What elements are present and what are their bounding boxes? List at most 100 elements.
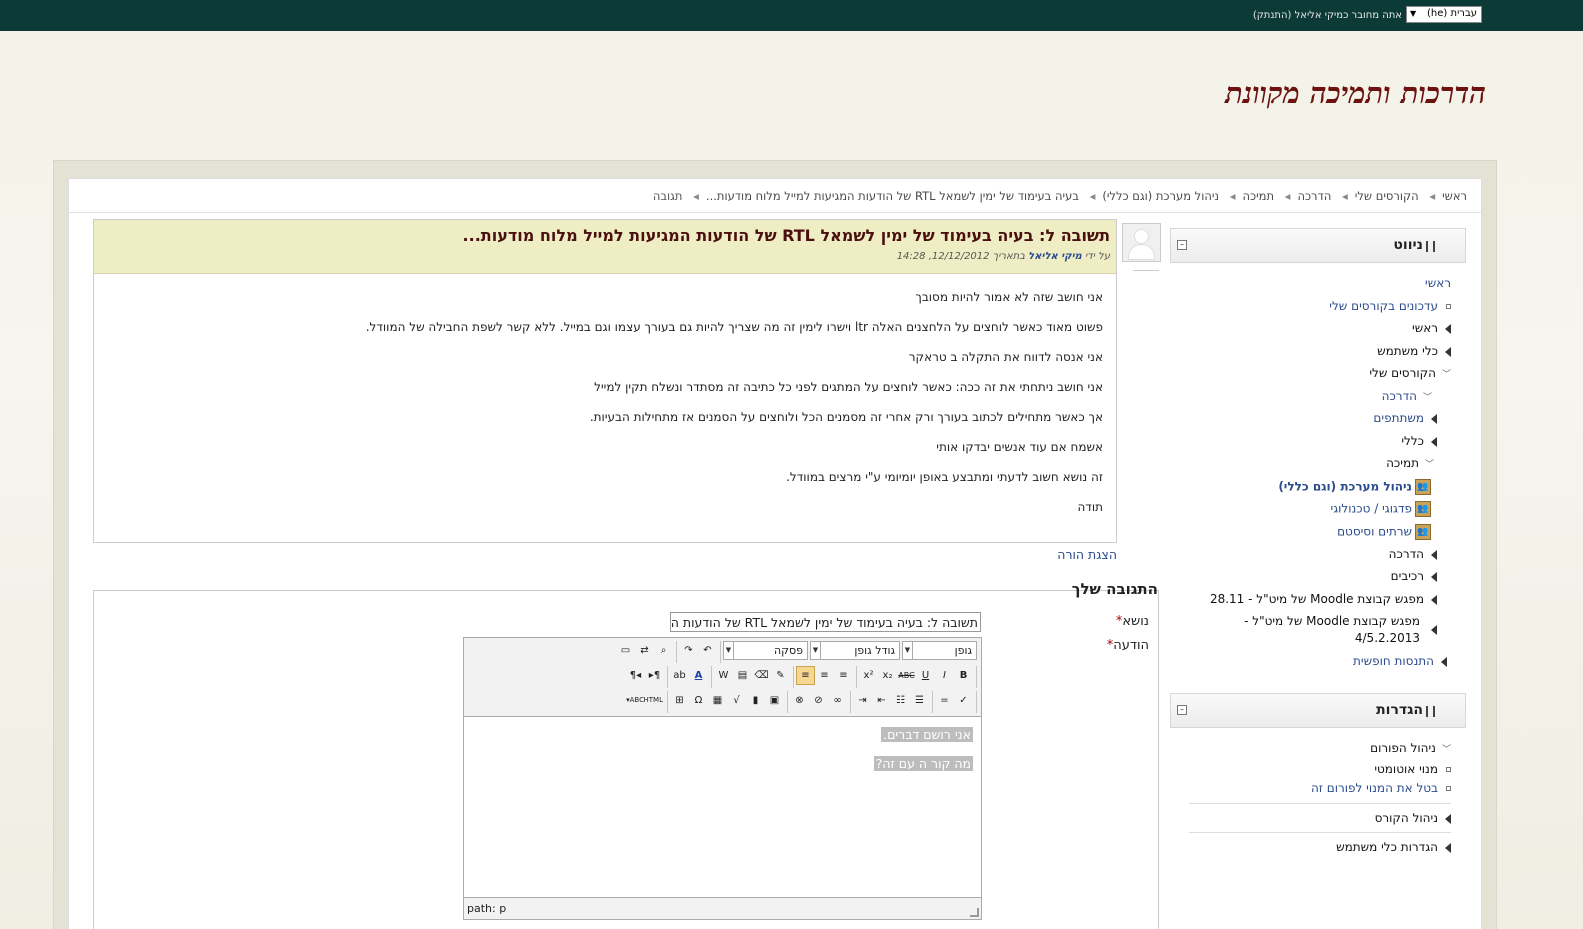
avatar[interactable] <box>1122 223 1161 262</box>
insert-table-icon[interactable]: ⊞ <box>670 691 689 710</box>
italic-icon[interactable]: I <box>935 666 954 685</box>
nav-item-training[interactable]: ﹀הדרכה <box>1382 389 1432 403</box>
settings-forum-admin[interactable]: ﹀ניהול הפורום <box>1370 741 1451 755</box>
font-family-select[interactable]: גופן ▼ <box>902 641 977 660</box>
unlink-icon[interactable]: ⊘ <box>809 691 828 710</box>
background-color-icon[interactable]: ab <box>670 666 689 685</box>
resize-handle-icon[interactable] <box>970 908 979 917</box>
show-parent-link[interactable]: הצגת הורה <box>1057 547 1117 562</box>
fullscreen-icon[interactable]: ▭ <box>616 641 635 660</box>
special-char-icon[interactable]: Ω <box>689 691 708 710</box>
link-icon[interactable]: ∞ <box>828 691 847 710</box>
nav-item-free-trial[interactable]: התנסות חופשית <box>1353 654 1447 668</box>
nav-item-forum-pedagogy[interactable]: 👥פדגוגי / טכנולוגי <box>1331 501 1431 517</box>
nav-item-home[interactable]: ראשי <box>1425 276 1451 290</box>
dock-icon[interactable] <box>1426 241 1435 252</box>
align-right-icon[interactable]: ≡ <box>796 666 815 685</box>
nav-item-participants[interactable]: משתתפים <box>1373 411 1437 425</box>
no-auto-link-icon[interactable]: ⊗ <box>790 691 809 710</box>
align-left-icon[interactable]: ≡ <box>834 666 853 685</box>
align-center-icon[interactable]: ≡ <box>815 666 834 685</box>
expand-arrow-icon <box>1445 813 1451 824</box>
editor-content[interactable]: אני רושם דברים. מה קור ה עם זה? <box>464 716 981 898</box>
nav-item-forum-admin[interactable]: 👥ניהול מערכת (וגם כללי) <box>1278 479 1431 495</box>
bullet-list-icon[interactable]: ☰ <box>910 691 929 710</box>
font-size-select[interactable]: גודל גופן ▼ <box>810 641 900 660</box>
breadcrumb-separator-icon: ◂ <box>693 189 699 203</box>
numbered-list-icon[interactable]: ☷ <box>891 691 910 710</box>
collapse-icon[interactable]: – <box>1177 240 1187 250</box>
settings-block-header: – הגדרות <box>1170 693 1466 728</box>
breadcrumb-my-courses[interactable]: הקורסים שלי <box>1355 189 1419 203</box>
settings-course-admin[interactable]: ניהול הקורס <box>1375 811 1451 825</box>
spellchecker-icon[interactable]: ABC▾ <box>626 691 645 710</box>
nav-item-user-tools[interactable]: כלי משתמש <box>1377 344 1451 358</box>
breadcrumb-home[interactable]: ראשי <box>1442 189 1467 203</box>
nav-item-meeting-2811[interactable]: מפגש קבוצת Moodle של מיט"ל - 28.11 <box>1210 592 1437 606</box>
nav-item-my-courses[interactable]: ﹀הקורסים שלי <box>1369 366 1451 380</box>
expand-arrow-icon <box>1445 842 1451 853</box>
remove-format-icon[interactable]: ⌫ <box>752 666 771 685</box>
nav-item-course-updates[interactable]: עדכונים בקורסים שלי <box>1329 299 1451 313</box>
redo-icon[interactable]: ↷ <box>679 641 698 660</box>
moodle-media-icon[interactable]: ▦ <box>708 691 727 710</box>
text-color-icon[interactable]: A <box>689 666 708 685</box>
outdent-icon[interactable]: ⇤ <box>872 691 891 710</box>
nav-item-site-home[interactable]: ראשי <box>1412 321 1451 335</box>
post-date: בתאריך 12/12/2012, 14:28 <box>896 251 1025 262</box>
find-icon[interactable]: ⌕ <box>654 641 673 660</box>
media-icon[interactable]: ▮ <box>746 691 765 710</box>
dock-icon[interactable] <box>1426 706 1435 717</box>
login-info[interactable]: אתה מחובר כמיקי אליאל (התנתק) <box>1253 10 1402 21</box>
nonbreaking-icon[interactable]: = <box>935 691 954 710</box>
breadcrumb-support[interactable]: תמיכה <box>1242 189 1274 203</box>
paste-word-icon[interactable]: W <box>714 666 733 685</box>
indent-icon[interactable]: ⇥ <box>853 691 872 710</box>
post-paragraph: אשמח אם עוד אנשים יבדקו אותי <box>936 440 1103 454</box>
breadcrumb-discussion[interactable]: בעיה בעימוד של ימין לשמאל RTL של הודעות … <box>706 189 1079 203</box>
paste-text-icon[interactable]: ▤ <box>733 666 752 685</box>
html-source-icon[interactable]: HTML <box>644 691 664 710</box>
settings-block-title: הגדרות <box>1376 702 1423 718</box>
bullet-icon <box>1446 304 1451 309</box>
toolbar-group: ≡ ≡ ≡ <box>796 666 857 688</box>
superscript-icon[interactable]: x² <box>859 666 878 685</box>
forum-post: תשובה ל: בעיה בעימוד של ימין לשמאל RTL ש… <box>93 219 1117 543</box>
nav-item-support[interactable]: ﹀תמיכה <box>1386 456 1434 470</box>
strikethrough-icon[interactable]: ABC <box>897 666 916 685</box>
chevron-down-icon: ▼ <box>811 642 821 659</box>
bold-icon[interactable]: B <box>954 666 973 685</box>
equation-icon[interactable]: √ <box>727 691 746 710</box>
expand-arrow-icon <box>1431 624 1437 635</box>
undo-icon[interactable]: ↶ <box>698 641 717 660</box>
cleanup-icon[interactable]: ✎ <box>771 666 790 685</box>
editor-toolbar-row-2: B I U ABC x₂ x² ≡ ≡ ≡ ✎ ⌫ ▤ W A ab ¶▸ ◂¶ <box>626 666 977 688</box>
nav-item-meeting-2013-line2[interactable]: 4/5.2.2013 <box>1355 631 1420 645</box>
format-select[interactable]: פסקה ▼ <box>723 641 808 660</box>
nav-item-meeting-2013-line1[interactable]: מפגש קבוצת Moodle של מיט"ל - <box>1244 614 1420 628</box>
nav-item-forum-servers[interactable]: 👥שרתים וסיסטם <box>1337 524 1431 540</box>
nav-item-components[interactable]: רכיבים <box>1391 569 1437 583</box>
settings-auto-subscribe[interactable]: מנוי אוטומטי <box>1374 762 1451 776</box>
language-select[interactable]: עברית (he) ▼ <box>1406 6 1482 23</box>
nav-item-general[interactable]: כללי <box>1401 434 1437 448</box>
rtl-icon[interactable]: ◂¶ <box>626 666 645 685</box>
ltr-icon[interactable]: ¶▸ <box>645 666 664 685</box>
post-author-link[interactable]: מיקי אליאל <box>1028 251 1082 262</box>
subscript-icon[interactable]: x₂ <box>878 666 897 685</box>
underline-icon[interactable]: U <box>916 666 935 685</box>
collapse-icon[interactable]: – <box>1177 705 1187 715</box>
breadcrumb-forum[interactable]: ניהול מערכת (וגם כללי) <box>1102 189 1219 203</box>
breadcrumb-training[interactable]: הדרכה <box>1297 189 1331 203</box>
settings-unsubscribe[interactable]: בטל את המנוי לפורום זה <box>1311 781 1451 795</box>
spellcheck-icon[interactable]: ✓ <box>954 691 973 710</box>
chevron-down-icon: ﹀ <box>1441 745 1451 755</box>
settings-user-tools[interactable]: הגדרות כלי משתמש <box>1336 840 1451 854</box>
nav-item-training-section[interactable]: הדרכה <box>1389 547 1437 561</box>
toolbar-group: HTML ABC▾ <box>626 691 668 713</box>
replace-icon[interactable]: ⇄ <box>635 641 654 660</box>
post-paragraph: אני אנסה לדווח את התקלה ב טראקר <box>908 350 1103 364</box>
subject-input[interactable]: תשובה ל: בעיה בעימוד של ימין לשמאל RTL ש… <box>670 612 981 632</box>
nav-item-meeting-2013[interactable] <box>1424 622 1437 636</box>
image-icon[interactable]: ▣ <box>765 691 784 710</box>
